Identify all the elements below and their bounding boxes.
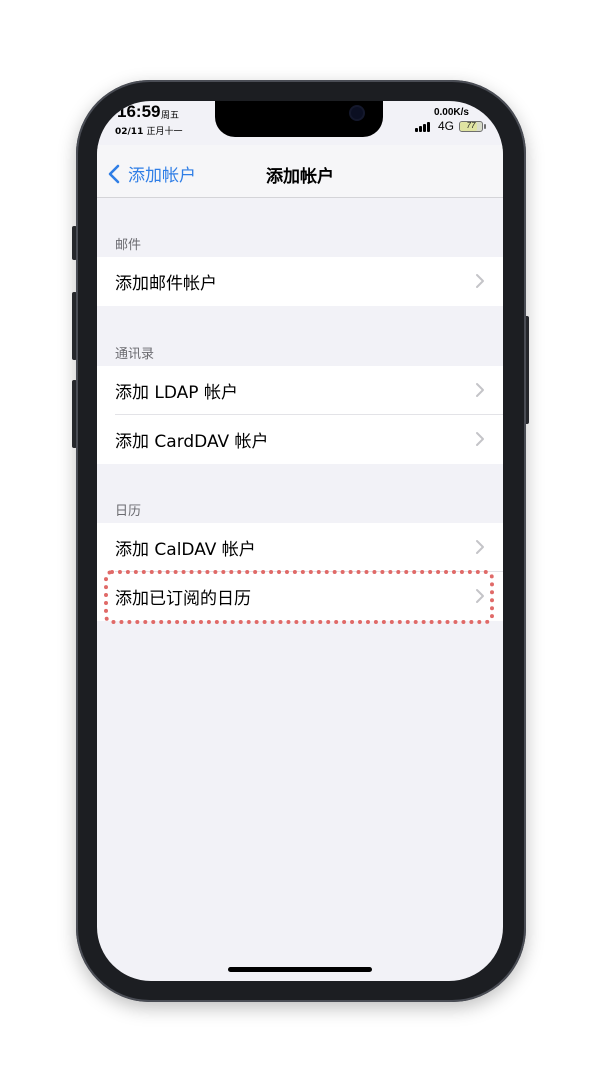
group-mail: 添加邮件帐户: [97, 257, 503, 306]
section-header-contacts: 通讯录: [115, 347, 155, 362]
row-label: 添加邮件帐户: [115, 274, 217, 294]
group-calendar: 添加 CalDAV 帐户 添加已订阅的日历: [97, 523, 503, 621]
status-network-type: 4G: [438, 119, 455, 133]
front-camera-icon: [351, 107, 363, 119]
home-indicator[interactable]: [228, 967, 372, 972]
status-time: 16:59: [117, 102, 161, 121]
row-add-caldav-account[interactable]: 添加 CalDAV 帐户: [97, 523, 503, 572]
chevron-right-icon: [476, 274, 484, 288]
status-date: 02/11: [115, 127, 144, 137]
section-header-mail: 邮件: [115, 238, 142, 253]
status-weekday: 周五: [161, 111, 180, 121]
row-add-ldap-account[interactable]: 添加 LDAP 帐户: [97, 366, 503, 415]
page-title: 添加帐户: [266, 167, 334, 187]
notch: [215, 101, 383, 137]
row-label: 添加 CalDAV 帐户: [115, 540, 256, 560]
status-date-line: 02/11 正月十一: [115, 124, 183, 137]
chevron-right-icon: [476, 589, 484, 603]
navigation-bar: 添加帐户 添加帐户: [97, 145, 503, 198]
status-lunar-date: 正月十一: [146, 127, 183, 137]
chevron-right-icon: [476, 383, 484, 397]
battery-percent: 77: [466, 121, 476, 130]
row-label: 添加 CardDAV 帐户: [115, 432, 269, 452]
row-label: 添加已订阅的日历: [115, 589, 251, 609]
row-label: 添加 LDAP 帐户: [115, 383, 238, 403]
row-add-subscribed-calendar[interactable]: 添加已订阅的日历: [97, 572, 503, 621]
group-contacts: 添加 LDAP 帐户 添加 CardDAV 帐户: [97, 366, 503, 464]
chevron-right-icon: [476, 432, 484, 446]
phone-screen: 16:59 周五 02/11 正月十一 0.00K/s 4G 77 添加帐户 添…: [97, 101, 503, 981]
battery-cap: [484, 124, 486, 129]
section-header-calendar: 日历: [115, 504, 142, 519]
row-add-carddav-account[interactable]: 添加 CardDAV 帐户: [97, 415, 503, 464]
row-add-mail-account[interactable]: 添加邮件帐户: [97, 257, 503, 306]
cellular-signal-icon: [415, 122, 433, 132]
status-net-speed: 0.00K/s: [433, 107, 469, 118]
chevron-right-icon: [476, 540, 484, 554]
battery-icon: 77: [459, 121, 483, 132]
